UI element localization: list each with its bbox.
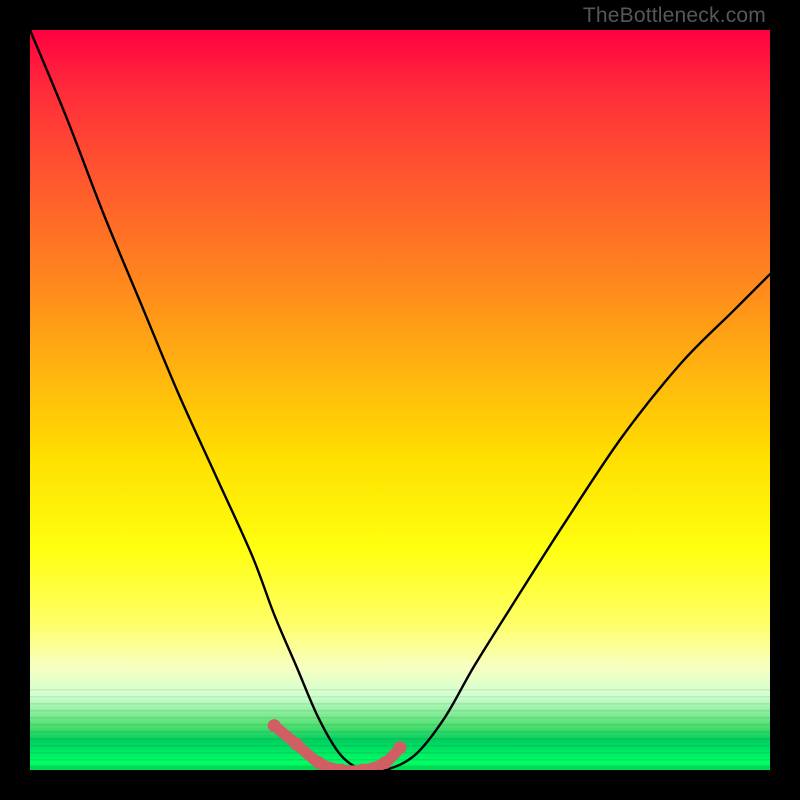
optimal-point xyxy=(268,719,281,732)
chart-frame: TheBottleneck.com xyxy=(0,0,800,800)
optimal-point xyxy=(379,756,392,769)
optimal-point xyxy=(290,738,303,751)
optimal-point xyxy=(394,741,407,754)
plot-area xyxy=(30,30,770,770)
bottleneck-curve xyxy=(30,30,770,770)
curve-layer xyxy=(30,30,770,770)
optimal-point xyxy=(312,756,325,769)
watermark-text: TheBottleneck.com xyxy=(583,4,766,28)
